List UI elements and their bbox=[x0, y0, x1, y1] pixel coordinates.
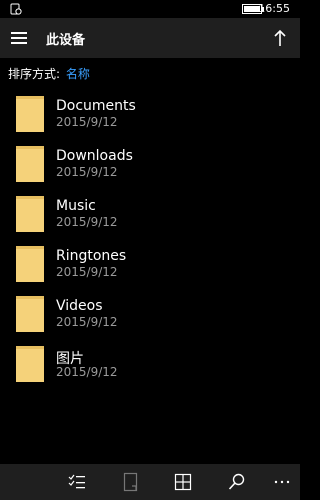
folder-name: Videos bbox=[56, 298, 103, 314]
file-list: Documents 2015/9/12 Downloads 2015/9/12 … bbox=[0, 90, 300, 390]
folder-icon bbox=[16, 346, 44, 382]
document-icon[interactable] bbox=[121, 472, 141, 492]
folder-item-videos[interactable]: Videos 2015/9/12 bbox=[0, 290, 300, 340]
folder-item-downloads[interactable]: Downloads 2015/9/12 bbox=[0, 140, 300, 190]
folder-name: Downloads bbox=[56, 148, 133, 164]
hamburger-menu-icon[interactable] bbox=[8, 26, 32, 50]
folder-date: 2015/9/12 bbox=[56, 315, 118, 329]
sort-row: 排序方式: 名称 bbox=[8, 65, 90, 82]
folder-date: 2015/9/12 bbox=[56, 365, 118, 379]
folder-item-music[interactable]: Music 2015/9/12 bbox=[0, 190, 300, 240]
up-arrow-icon[interactable] bbox=[268, 26, 292, 50]
folder-date: 2015/9/12 bbox=[56, 215, 118, 229]
folder-date: 2015/9/12 bbox=[56, 115, 118, 129]
folder-item-ringtones[interactable]: Ringtones 2015/9/12 bbox=[0, 240, 300, 290]
app-header: 此设备 bbox=[0, 18, 300, 58]
sort-value[interactable]: 名称 bbox=[66, 67, 90, 81]
more-icon[interactable] bbox=[272, 472, 292, 492]
folder-name: Documents bbox=[56, 98, 136, 114]
folder-name: Music bbox=[56, 198, 96, 214]
grid-view-icon[interactable] bbox=[173, 472, 193, 492]
notification-icon bbox=[10, 3, 22, 15]
folder-date: 2015/9/12 bbox=[56, 165, 118, 179]
page-title: 此设备 bbox=[46, 33, 86, 48]
sort-label: 排序方式: bbox=[8, 67, 61, 81]
folder-icon bbox=[16, 196, 44, 232]
folder-icon bbox=[16, 296, 44, 332]
bottom-app-bar bbox=[0, 464, 300, 500]
folder-name: Ringtones bbox=[56, 248, 127, 264]
folder-icon bbox=[16, 146, 44, 182]
status-time: 16:55 bbox=[258, 2, 290, 15]
folder-item-documents[interactable]: Documents 2015/9/12 bbox=[0, 90, 300, 140]
folder-icon bbox=[16, 246, 44, 282]
folder-icon bbox=[16, 96, 44, 132]
search-icon[interactable] bbox=[227, 472, 247, 492]
status-bar: 16:55 bbox=[0, 0, 300, 18]
select-list-icon[interactable] bbox=[67, 472, 87, 492]
folder-date: 2015/9/12 bbox=[56, 265, 118, 279]
folder-item-pictures[interactable]: 图片 2015/9/12 bbox=[0, 340, 300, 390]
